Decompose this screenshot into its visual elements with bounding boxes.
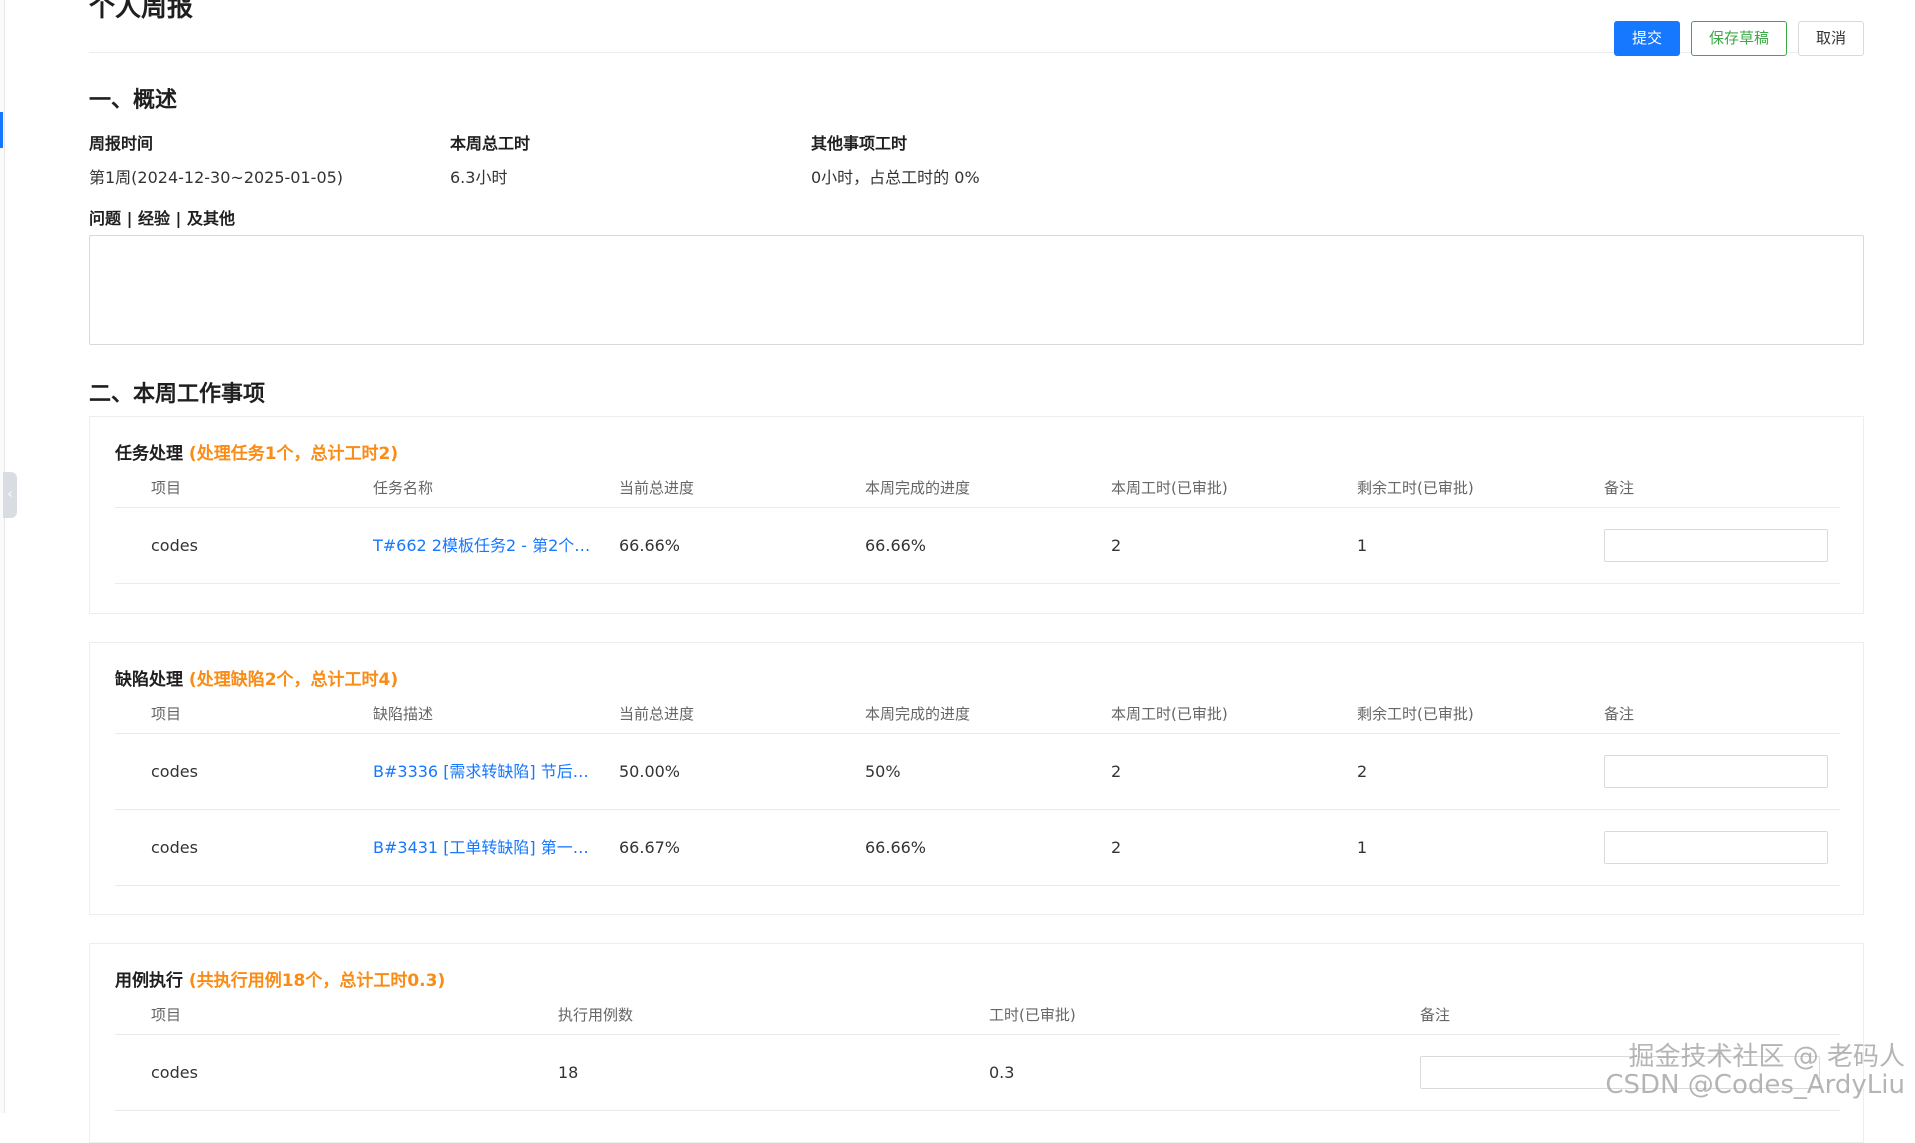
col-week-hours: 本周工时(已审批) [1111, 468, 1228, 508]
table-row: codes B#3336 [需求转缺陷] 节后当... 50.00% 50% 2… [115, 734, 1840, 810]
chevron-left-icon: ‹ [7, 487, 12, 502]
tasks-summary: (处理任务1个，总计工时2) [189, 444, 398, 464]
cases-card-title: 用例执行 (共执行用例18个，总计工时0.3) [115, 966, 445, 991]
total-hours-value: 6.3小时 [450, 164, 507, 188]
notes-textarea[interactable] [89, 235, 1864, 345]
collapse-sidebar-handle[interactable]: ‹ [3, 472, 17, 518]
week-time-label: 周报时间 [89, 130, 153, 154]
col-hours: 工时(已审批) [989, 995, 1076, 1035]
note-input[interactable] [1604, 831, 1828, 864]
task-link[interactable]: T#662 2模板任务2 - 第2个池... [373, 508, 601, 584]
action-toolbar: 提交 保存草稿 取消 [1614, 21, 1864, 56]
row-case-count: 18 [558, 1035, 578, 1111]
table-row: codes 18 0.3 [115, 1035, 1840, 1111]
cases-table: 项目 执行用例数 工时(已审批) 备注 codes 18 0.3 [115, 995, 1840, 1111]
col-project: 项目 [151, 694, 181, 734]
col-remaining-hours: 剩余工时(已审批) [1357, 694, 1474, 734]
row-week-progress: 50% [865, 734, 901, 810]
defects-table: 项目 缺陷描述 当前总进度 本周完成的进度 本周工时(已审批) 剩余工时(已审批… [115, 694, 1840, 886]
row-total-progress: 50.00% [619, 734, 680, 810]
defects-card: 缺陷处理 (处理缺陷2个，总计工时4) 项目 缺陷描述 当前总进度 本周完成的进… [89, 642, 1864, 915]
watermark-line-2: CSDN @Codes_ArdyLiu [1605, 1071, 1905, 1099]
row-project: codes [151, 810, 198, 886]
col-note: 备注 [1604, 694, 1634, 734]
defects-summary: (处理缺陷2个，总计工时4) [189, 670, 398, 690]
submit-button[interactable]: 提交 [1614, 21, 1680, 56]
row-week-progress: 66.66% [865, 810, 926, 886]
defects-card-title: 缺陷处理 (处理缺陷2个，总计工时4) [115, 665, 398, 690]
row-week-progress: 66.66% [865, 508, 926, 584]
left-rail-active-indicator [0, 112, 3, 148]
week-time-value: 第1周(2024-12-30~2025-01-05) [89, 164, 343, 188]
row-week-hours: 2 [1111, 734, 1121, 810]
note-input[interactable] [1604, 529, 1828, 562]
col-task-name: 任务名称 [373, 468, 433, 508]
cancel-button[interactable]: 取消 [1798, 21, 1864, 56]
cases-title: 用例执行 [115, 971, 183, 991]
tasks-table: 项目 任务名称 当前总进度 本周完成的进度 本周工时(已审批) 剩余工时(已审批… [115, 468, 1840, 584]
other-hours-label: 其他事项工时 [811, 130, 907, 154]
row-week-hours: 2 [1111, 810, 1121, 886]
col-project: 项目 [151, 468, 181, 508]
defects-title: 缺陷处理 [115, 670, 183, 690]
col-total-progress: 当前总进度 [619, 694, 694, 734]
tasks-card: 任务处理 (处理任务1个，总计工时2) 项目 任务名称 当前总进度 本周完成的进… [89, 416, 1864, 614]
col-case-count: 执行用例数 [558, 995, 633, 1035]
row-remaining-hours: 1 [1357, 508, 1367, 584]
row-remaining-hours: 2 [1357, 734, 1367, 810]
defects-table-header: 项目 缺陷描述 当前总进度 本周完成的进度 本周工时(已审批) 剩余工时(已审批… [115, 694, 1840, 734]
row-project: codes [151, 1035, 198, 1111]
row-project: codes [151, 734, 198, 810]
overview-heading: 一、概述 [89, 82, 177, 114]
other-hours-value: 0小时，占总工时的 0% [811, 164, 980, 188]
col-remaining-hours: 剩余工时(已审批) [1357, 468, 1474, 508]
row-remaining-hours: 1 [1357, 810, 1367, 886]
col-total-progress: 当前总进度 [619, 468, 694, 508]
col-note: 备注 [1604, 468, 1634, 508]
defect-link[interactable]: B#3336 [需求转缺陷] 节后当... [373, 734, 601, 810]
note-input[interactable] [1604, 755, 1828, 788]
notes-label: 问题 | 经验 | 及其他 [89, 205, 235, 229]
col-defect-description: 缺陷描述 [373, 694, 433, 734]
row-project: codes [151, 508, 198, 584]
tasks-card-title: 任务处理 (处理任务1个，总计工时2) [115, 439, 398, 464]
col-note: 备注 [1420, 995, 1450, 1035]
cases-table-header: 项目 执行用例数 工时(已审批) 备注 [115, 995, 1840, 1035]
defect-link[interactable]: B#3431 [工单转缺陷] 第一个... [373, 810, 601, 886]
work-items-heading: 二、本周工作事项 [89, 376, 265, 408]
col-project: 项目 [151, 995, 181, 1035]
cases-card: 用例执行 (共执行用例18个，总计工时0.3) 项目 执行用例数 工时(已审批)… [89, 943, 1864, 1143]
watermark-line-1: 掘金技术社区 @ 老码人 [1605, 1043, 1905, 1071]
total-hours-label: 本周总工时 [450, 130, 530, 154]
table-row: codes T#662 2模板任务2 - 第2个池... 66.66% 66.6… [115, 508, 1840, 584]
page-title: 个人周报 [89, 0, 193, 24]
row-hours: 0.3 [989, 1035, 1014, 1111]
cases-summary: (共执行用例18个，总计工时0.3) [189, 971, 445, 991]
left-rail [0, 0, 5, 1113]
tasks-table-header: 项目 任务名称 当前总进度 本周完成的进度 本周工时(已审批) 剩余工时(已审批… [115, 468, 1840, 508]
col-week-progress: 本周完成的进度 [865, 694, 970, 734]
title-divider [89, 52, 1864, 53]
weekly-report-page: 个人周报 提交 保存草稿 取消 一、概述 周报时间 第1周(2024-12-30… [89, 0, 1864, 1113]
row-total-progress: 66.66% [619, 508, 680, 584]
col-week-progress: 本周完成的进度 [865, 468, 970, 508]
row-total-progress: 66.67% [619, 810, 680, 886]
watermark: 掘金技术社区 @ 老码人 CSDN @Codes_ArdyLiu [1605, 1043, 1905, 1099]
row-week-hours: 2 [1111, 508, 1121, 584]
tasks-title: 任务处理 [115, 444, 183, 464]
col-week-hours: 本周工时(已审批) [1111, 694, 1228, 734]
save-draft-button[interactable]: 保存草稿 [1691, 21, 1787, 56]
table-row: codes B#3431 [工单转缺陷] 第一个... 66.67% 66.66… [115, 810, 1840, 886]
